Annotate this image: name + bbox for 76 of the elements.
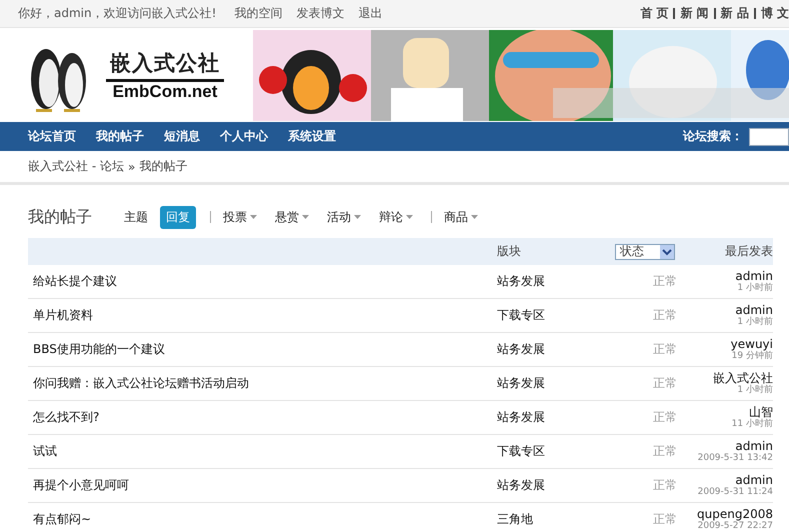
post-time: 1 小时前 [737, 283, 773, 294]
dropdown-icon [660, 244, 674, 258]
filter-tab[interactable]: 辩论 [373, 206, 419, 228]
status-text: 正常 [652, 443, 677, 460]
column-header: 最后发表 [725, 243, 773, 260]
post-title-link[interactable]: 你问我赠：嵌入式公社论坛赠书活动启动 [28, 375, 497, 392]
status-text: 正常 [652, 273, 677, 290]
author-link[interactable]: qupeng2008 [697, 507, 773, 521]
status-text: 正常 [652, 341, 677, 358]
forum-link[interactable]: 站务发展 [497, 341, 617, 358]
post-time: 1 小时前 [737, 385, 773, 396]
filter-tab[interactable]: 悬赏 [269, 206, 315, 228]
caret-icon [406, 215, 413, 219]
nav-item[interactable]: 论坛首页 [28, 128, 76, 145]
breadcrumb-current: 我的帖子 [139, 158, 188, 175]
search-label: 论坛搜索： [683, 128, 743, 145]
breadcrumb-link[interactable]: 嵌入式公社 - 论坛 [28, 158, 124, 175]
post-title-link[interactable]: 怎么找不到? [28, 409, 497, 426]
top-link[interactable]: 我的空间 [234, 5, 282, 22]
author-link[interactable]: 山智 [749, 405, 773, 419]
greeting-text: 你好，admin，欢迎访问嵌入式公社! [18, 5, 216, 22]
author-link[interactable]: 嵌入式公社 [713, 371, 773, 385]
status-text: 正常 [652, 307, 677, 324]
site-link[interactable]: 首 页 [640, 5, 668, 22]
forum-link[interactable]: 三角地 [497, 511, 617, 528]
column-header: 版块 [497, 243, 522, 260]
status-text: 正常 [652, 477, 677, 494]
logo-name: 嵌入式公社 [106, 48, 224, 82]
post-time: 11 小时前 [732, 419, 773, 430]
site-link[interactable]: 博 文 [760, 5, 789, 22]
breadcrumb-separator: » [128, 160, 136, 174]
site-link[interactable]: 新 闻 [680, 5, 709, 22]
filter-tab[interactable]: 投票 [204, 206, 263, 228]
post-title-link[interactable]: 再提个小意见呵呵 [28, 477, 497, 494]
top-link[interactable]: 退出 [358, 5, 382, 22]
top-link[interactable]: 发表博文 [296, 5, 344, 22]
forum-link[interactable]: 站务发展 [497, 409, 617, 426]
author-link[interactable]: admin [735, 303, 773, 317]
post-time: 2009-5-31 13:42 [698, 453, 773, 464]
nav-item[interactable]: 我的帖子 [96, 128, 144, 145]
search-field[interactable] [749, 128, 789, 146]
forum-link[interactable]: 下载专区 [497, 307, 617, 324]
status-text: 正常 [652, 511, 677, 528]
filter-tab[interactable]: 商品 [425, 206, 484, 228]
nav-item[interactable]: 短消息 [164, 128, 200, 145]
status-text: 正常 [652, 375, 677, 392]
post-title-link[interactable]: BBS使用功能的一个建议 [28, 341, 497, 358]
status-text: 正常 [652, 409, 677, 426]
post-time: 2009-5-31 11:24 [698, 487, 773, 498]
page-title: 我的帖子 [28, 206, 92, 228]
author-link[interactable]: admin [735, 473, 773, 487]
logo-domain: EmbCom.net [112, 82, 218, 102]
author-link[interactable]: admin [735, 439, 773, 453]
caret-icon [354, 215, 361, 219]
forum-link[interactable]: 站务发展 [497, 375, 617, 392]
caret-icon [250, 215, 257, 219]
filter-tab[interactable]: 活动 [321, 206, 367, 228]
forum-link[interactable]: 下载专区 [497, 443, 617, 460]
forum-link[interactable]: 站务发展 [497, 273, 617, 290]
post-time: 1 小时前 [737, 317, 773, 328]
nav-item[interactable]: 系统设置 [288, 128, 336, 145]
post-time: 19 分钟前 [732, 351, 773, 362]
author-link[interactable]: yewuyi [730, 337, 773, 351]
caret-icon [471, 215, 478, 219]
site-link[interactable]: 新 品 [720, 5, 749, 22]
post-time: 2009-5-27 22:27 [698, 521, 773, 529]
post-title-link[interactable]: 给站长提个建议 [28, 273, 497, 290]
status-select[interactable]: 状态 [615, 244, 675, 260]
forum-link[interactable]: 站务发展 [497, 477, 617, 494]
nav-item[interactable]: 个人中心 [220, 128, 268, 145]
author-link[interactable]: admin [735, 269, 773, 283]
post-title-link[interactable]: 单片机资料 [28, 307, 497, 324]
filter-tab[interactable]: 主题 [118, 206, 154, 228]
caret-icon [302, 215, 309, 219]
post-title-link[interactable]: 试试 [28, 443, 497, 460]
post-title-link[interactable]: 有点郁闷~ [28, 511, 497, 528]
